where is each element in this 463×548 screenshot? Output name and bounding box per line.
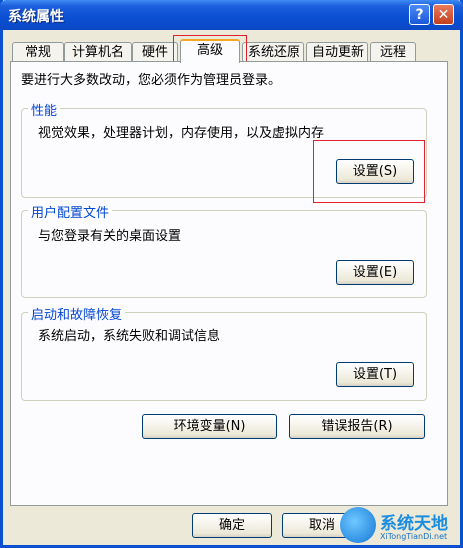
tab-advanced[interactable]: 高级: [180, 39, 240, 63]
startup-recovery-description: 系统启动，系统失败和调试信息: [38, 329, 221, 344]
performance-description: 视觉效果，处理器计划，内存使用，以及虚拟内存: [38, 126, 325, 141]
performance-group-title: 性能: [28, 100, 61, 119]
tab-computer-name[interactable]: 计算机名: [64, 42, 132, 62]
user-profiles-settings-button[interactable]: 设置(E): [336, 260, 414, 285]
environment-variables-button[interactable]: 环境变量(N): [142, 414, 277, 439]
error-reporting-button[interactable]: 错误报告(R): [289, 414, 425, 439]
window-title: 系统属性: [8, 9, 64, 25]
startup-recovery-settings-button[interactable]: 设置(T): [336, 362, 414, 387]
tab-hardware[interactable]: 硬件: [132, 42, 178, 62]
user-profiles-group-title: 用户配置文件: [28, 202, 113, 221]
tab-general[interactable]: 常规: [12, 42, 64, 62]
startup-recovery-group: 启动和故障恢复 系统启动，系统失败和调试信息: [21, 304, 427, 401]
title-bar[interactable]: 系统属性 ? ✕: [0, 0, 463, 30]
user-profiles-description: 与您登录有关的桌面设置: [38, 229, 182, 244]
tab-automatic-updates[interactable]: 自动更新: [306, 42, 368, 62]
watermark-text: 系统天地: [380, 514, 448, 534]
bird-icon: [340, 507, 376, 543]
performance-settings-highlight: [313, 140, 425, 203]
startup-recovery-group-title: 启动和故障恢复: [28, 304, 126, 323]
watermark-url: XiTongTianDi.net: [380, 532, 448, 541]
tab-system-restore[interactable]: 系统还原: [242, 42, 304, 62]
tab-remote[interactable]: 远程: [370, 42, 416, 62]
ok-button[interactable]: 确定: [192, 513, 272, 538]
admin-notice: 要进行大多数改动，您必须作为管理员登录。: [21, 73, 282, 88]
close-button[interactable]: ✕: [433, 4, 454, 25]
watermark-logo: 系统天地 XiTongTianDi.net: [340, 505, 463, 548]
help-button[interactable]: ?: [409, 4, 430, 25]
